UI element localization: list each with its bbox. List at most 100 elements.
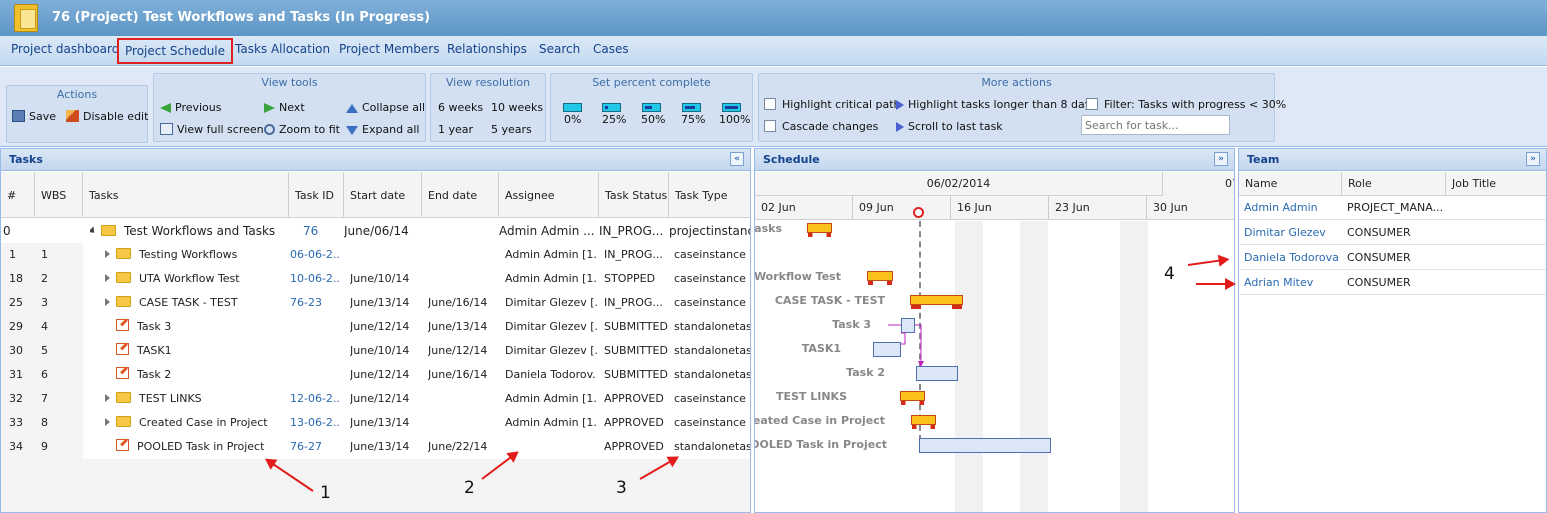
col-wbs[interactable]: WBS: [35, 172, 83, 218]
expanded-arrow-icon[interactable]: [90, 226, 98, 236]
team-col-name[interactable]: Name: [1239, 172, 1342, 196]
percent-0-bar[interactable]: [563, 103, 582, 112]
task-end: June/22/14: [428, 440, 488, 453]
view-full-screen-button[interactable]: View full screen: [160, 123, 264, 136]
menu-relationships[interactable]: Relationships: [447, 42, 527, 56]
task-id[interactable]: [290, 315, 340, 339]
menu-search[interactable]: Search: [539, 42, 580, 56]
task-row[interactable]: 33 8 Created Case in Project 13-06-2... June…: [1, 411, 749, 435]
collapse-all-button[interactable]: Collapse all: [346, 101, 425, 114]
team-member-row[interactable]: Daniela Todorova CONSUMER: [1239, 245, 1546, 270]
highlight-critical-checkbox[interactable]: [764, 98, 776, 110]
task-row[interactable]: 31 6 Task 2 June/12/14 June/16/14 Daniela Tod…: [1, 363, 750, 387]
percent-25-bar[interactable]: [602, 103, 621, 112]
tasks-grid-header: # WBS Tasks Task ID Start date End date …: [1, 172, 750, 218]
task-id[interactable]: 12-06-2...: [290, 387, 340, 411]
task-wbs: 8: [35, 411, 83, 435]
expand-arrow-icon[interactable]: [105, 274, 110, 282]
team-col-job-title[interactable]: Job Title: [1446, 172, 1546, 196]
resolution-5-years[interactable]: 5 years: [491, 123, 532, 136]
task-row[interactable]: 30 5 TASK1 June/10/14 June/12/14 Dimitar Glez…: [1, 339, 750, 363]
member-name[interactable]: Adrian Mitev: [1244, 276, 1313, 289]
col-end-date[interactable]: End date: [422, 172, 499, 218]
col-task-status[interactable]: Task Status: [599, 172, 669, 218]
expand-arrow-icon[interactable]: [105, 250, 110, 258]
task-row[interactable]: 25 3 CASE TASK - TEST 76-23 June/13/14 June/1…: [1, 291, 749, 315]
task-assignee: Dimitar Glezev [...: [505, 320, 597, 333]
previous-button[interactable]: Previous: [160, 101, 222, 114]
percent-75-bar[interactable]: [682, 103, 701, 112]
task-id[interactable]: 76-27: [290, 435, 340, 459]
filter-checkbox[interactable]: [1086, 98, 1098, 110]
col-start-date[interactable]: Start date: [344, 172, 422, 218]
scroll-to-last-task[interactable]: Scroll to last task: [896, 120, 1003, 133]
member-name[interactable]: Admin Admin: [1244, 201, 1318, 214]
team-col-role[interactable]: Role: [1342, 172, 1446, 196]
percent-25-button[interactable]: 25%: [602, 113, 626, 126]
task-status: IN_PROG...: [604, 248, 663, 261]
percent-100-button[interactable]: 100%: [719, 113, 750, 126]
resolution-1-year[interactable]: 1 year: [438, 123, 473, 136]
task-id[interactable]: 13-06-2...: [290, 411, 340, 435]
more-actions-title: More actions: [981, 76, 1052, 89]
col-assignee[interactable]: Assignee: [499, 172, 599, 218]
team-member-row[interactable]: Dimitar Glezev CONSUMER: [1239, 220, 1546, 245]
task-root-row[interactable]: 0 Test Workflows and Tasks 76 June/06/14…: [1, 219, 750, 243]
task-id[interactable]: [290, 339, 340, 363]
menu-project-dashboard[interactable]: Project dashboard: [11, 42, 119, 56]
collapse-left-icon[interactable]: «: [730, 152, 744, 166]
menu-tasks-allocation[interactable]: Tasks Allocation: [235, 42, 330, 56]
member-name[interactable]: Daniela Todorova: [1244, 251, 1339, 264]
expand-arrow-icon[interactable]: [105, 298, 110, 306]
search-task-input[interactable]: [1081, 115, 1230, 135]
task-row[interactable]: 18 2 UTA Workflow Test 10-06-2... June/10/14…: [1, 267, 749, 291]
percent-100-bar[interactable]: [722, 103, 741, 112]
task-id[interactable]: [290, 363, 340, 387]
task-name: CASE TASK - TEST: [139, 296, 238, 309]
disable-edit-button[interactable]: Disable edit: [66, 110, 148, 123]
cascade-checkbox[interactable]: [764, 120, 776, 132]
member-name[interactable]: Dimitar Glezev: [1244, 226, 1326, 239]
menu-project-schedule[interactable]: Project Schedule: [117, 38, 234, 64]
expand-all-button[interactable]: Expand all: [346, 123, 420, 136]
annotation-label-1: 1: [320, 483, 331, 503]
percent-0-button[interactable]: 0%: [564, 113, 581, 126]
resolution-6-weeks[interactable]: 6 weeks: [438, 101, 483, 114]
expand-right-icon[interactable]: »: [1214, 152, 1228, 166]
percent-50-bar[interactable]: [642, 103, 661, 112]
menu-project-members[interactable]: Project Members: [339, 42, 439, 56]
task-row[interactable]: 34 9 POOLED Task in Project 76-27 June/13/14…: [1, 435, 750, 459]
task-id[interactable]: 76-23: [290, 291, 340, 315]
task-row[interactable]: 1 1 Testing Workflows 06-06-2... Admin Admin…: [1, 243, 749, 267]
filter-progress[interactable]: Filter: Tasks with progress < 30%: [1086, 98, 1286, 111]
team-member-row[interactable]: Adrian Mitev CONSUMER: [1239, 270, 1546, 295]
expand-arrow-icon[interactable]: [105, 418, 110, 426]
menu-cases[interactable]: Cases: [593, 42, 629, 56]
next-button[interactable]: Next: [264, 101, 305, 114]
col-num[interactable]: #: [1, 172, 35, 218]
col-task-type[interactable]: Task Type: [669, 172, 750, 218]
expand-arrow-icon[interactable]: [105, 394, 110, 402]
col-tasks[interactable]: Tasks: [83, 172, 289, 218]
month-next-label: 07: [1225, 177, 1234, 190]
task-assignee: Dimitar Glezev [...: [505, 296, 597, 309]
expand-right-icon[interactable]: »: [1526, 152, 1540, 166]
task-id[interactable]: 76: [303, 219, 343, 243]
task-id[interactable]: 06-06-2...: [290, 243, 340, 267]
team-member-row[interactable]: Admin Admin PROJECT_MANA...: [1239, 195, 1546, 220]
resolution-10-weeks[interactable]: 10 weeks: [491, 101, 543, 114]
task-status: APPROVED: [604, 440, 664, 453]
col-task-id[interactable]: Task ID: [289, 172, 344, 218]
task-row[interactable]: 29 4 Task 3 June/12/14 June/13/14 Dimitar Gle…: [1, 315, 750, 339]
save-button[interactable]: Save: [12, 110, 56, 123]
task-id[interactable]: 10-06-2...: [290, 267, 340, 291]
percent-50-button[interactable]: 50%: [641, 113, 665, 126]
highlight-critical-path[interactable]: Highlight critical path: [764, 98, 901, 111]
highlight-long-label: Highlight tasks longer than 8 days: [908, 98, 1098, 111]
zoom-to-fit-button[interactable]: Zoom to fit: [264, 123, 340, 136]
scroll-last-label: Scroll to last task: [908, 120, 1003, 133]
cascade-changes[interactable]: Cascade changes: [764, 120, 878, 133]
highlight-long-tasks[interactable]: Highlight tasks longer than 8 days: [896, 98, 1097, 111]
task-row[interactable]: 32 7 TEST LINKS 12-06-2... June/12/14 Admin A…: [1, 387, 749, 411]
percent-75-button[interactable]: 75%: [681, 113, 705, 126]
